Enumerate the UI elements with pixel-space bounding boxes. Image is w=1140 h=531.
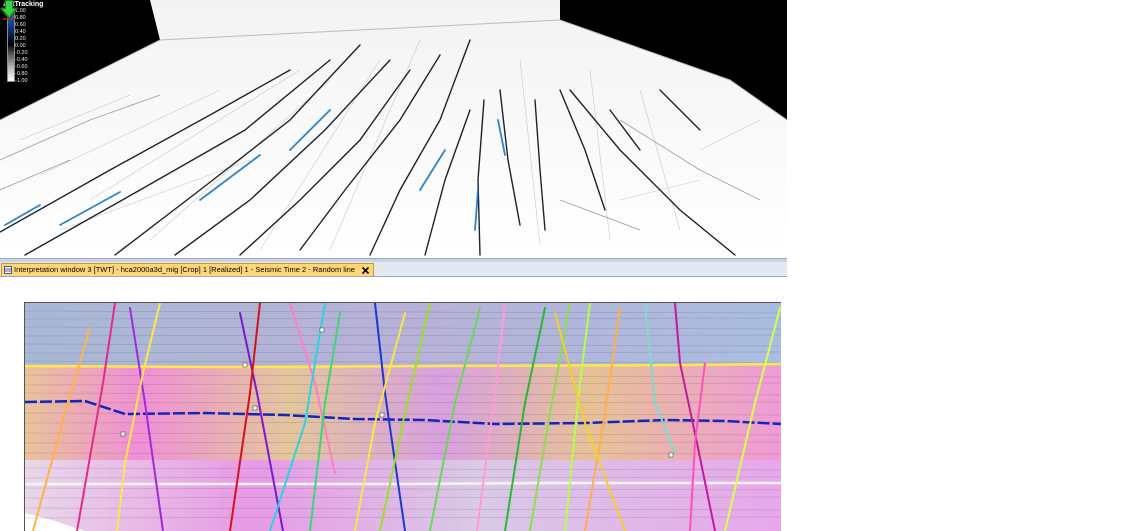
interpretation-window-icon: [4, 266, 12, 274]
legend-tick: 0.40: [15, 29, 26, 35]
legend-tick-list: 1.00 0.80 0.60 0.40 0.20 0.00 -0.20 -0.4…: [15, 8, 47, 85]
legend-tick: 0.80: [15, 15, 26, 21]
close-icon[interactable]: [361, 266, 370, 275]
seismic-random-line-section[interactable]: [24, 302, 781, 531]
legend-tick: -1.00: [15, 78, 28, 84]
legend-color-bar: [7, 10, 15, 82]
interpretation-window-canvas[interactable]: [0, 277, 787, 531]
legend-tick: -0.80: [15, 71, 28, 77]
legend-tick: -0.20: [15, 50, 28, 56]
legend-tick: -0.40: [15, 57, 28, 63]
horizon-bottom: [25, 481, 781, 486]
legend-tick: 0.00: [15, 43, 26, 49]
window-tab-bar: Interpretation window 3 [TWT] - hca2000a…: [0, 262, 787, 277]
legend-tick: 0.20: [15, 36, 26, 42]
interpretation-window-tab[interactable]: Interpretation window 3 [TWT] - hca2000a…: [1, 263, 374, 276]
petrel-workspace: AntTracking 1.00 0.80 0.60 0.40 0.20 0.0…: [0, 0, 787, 531]
ant-tracking-surface: [0, 0, 787, 258]
legend-tick: 0.60: [15, 22, 26, 28]
tab-label: Interpretation window 3 [TWT] - hca2000a…: [14, 265, 355, 274]
green-down-arrow-icon[interactable]: [0, 0, 18, 20]
legend-tick: -0.60: [15, 64, 28, 70]
seismic-section-image: [25, 303, 781, 531]
legend-tick: 1.00: [15, 8, 26, 14]
3d-ant-tracking-view[interactable]: AntTracking 1.00 0.80 0.60 0.40 0.20 0.0…: [0, 0, 787, 258]
